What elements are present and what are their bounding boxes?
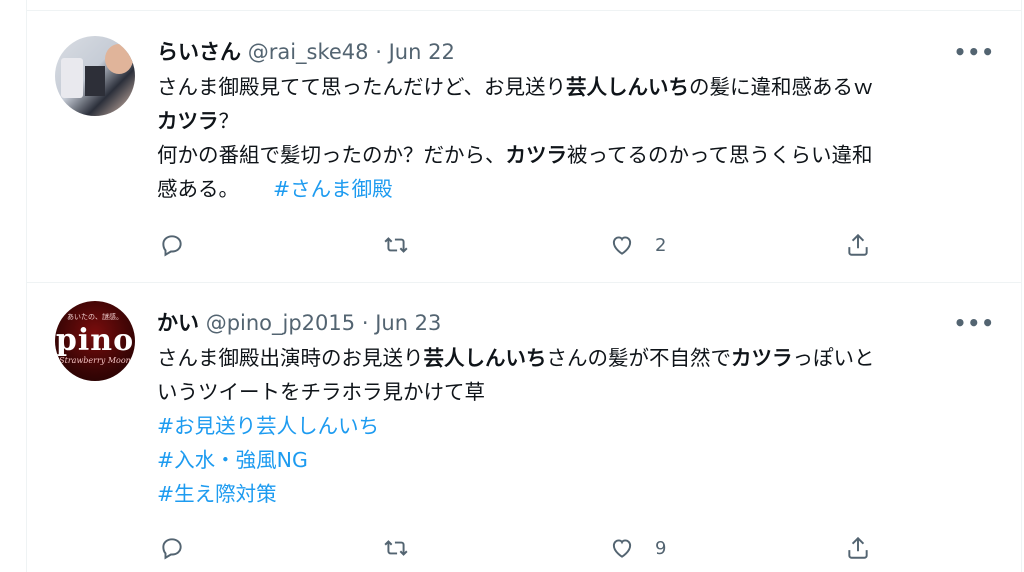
tweet[interactable]: あいたの、謎感。 pino Strawberry Moon かい @pino_j… [27,283,1021,572]
text-span: ？ [218,109,240,133]
tweet-header: かい @pino_jp2015 · Jun 23 [157,307,441,337]
action-bar: 2 [157,230,1021,260]
separator: · [361,311,369,335]
retweet-button[interactable] [383,533,429,563]
tweet-text: さんま御殿見てて思ったんだけど、お見送り芸人しんいちの髪に違和感あるｗ カツラ？… [157,70,997,206]
like-button[interactable]: 2 [609,230,666,260]
hashtag-link[interactable]: #入水・強風NG [157,448,308,472]
hashtag-link[interactable]: #お見送り芸人しんいち [157,414,379,438]
avatar[interactable] [55,36,135,116]
reply-button[interactable] [159,533,205,563]
like-count: 9 [655,537,667,559]
tweet-text: さんま御殿出演時のお見送り芸人しんいちさんの髪が不自然でカツラっぽいと いうツイ… [157,341,997,511]
avatar-text: pino [55,323,135,358]
display-name[interactable]: らいさん [157,40,241,64]
separator: · [375,40,382,64]
display-name[interactable]: かい [157,311,199,335]
retweet-button[interactable] [383,230,429,260]
share-icon [848,536,868,559]
avatar-photo-detail [61,58,83,98]
page-margin [0,0,26,572]
like-button[interactable]: 9 [609,533,666,563]
like-count: 2 [655,234,667,256]
avatar[interactable]: あいたの、謎感。 pino Strawberry Moon [55,301,135,381]
text-span: さんの髪が不自然で [546,346,732,370]
timeline: らいさん @rai_ske48 · Jun 22 ••• さんま御殿見てて思った… [26,0,1022,572]
hashtag-link[interactable]: #さんま御殿 [273,177,393,201]
text-span: 被ってるのかって思うくらい違和 [567,143,873,167]
text-span: 何かの番組で髪切ったのか？だから、 [157,143,506,167]
handle[interactable]: @pino_jp2015 [206,311,355,335]
timestamp[interactable]: Jun 22 [389,40,455,64]
reply-icon [162,235,182,257]
avatar-photo-detail [105,44,133,74]
text-span: さんま御殿見てて思ったんだけど、お見送り [157,75,566,99]
text-span: いうツイートをチラホラ見かけて草 [157,380,485,404]
more-icon[interactable]: ••• [954,311,995,335]
heart-icon [612,236,632,255]
text-bold: カツラ [505,143,568,167]
retweet-icon [384,237,408,253]
text-span: の髪に違和感あるｗ [688,75,874,99]
timestamp[interactable]: Jun 23 [375,311,441,335]
tweet-header: らいさん @rai_ske48 · Jun 22 [157,36,455,66]
text-bold: カツラ [157,109,219,133]
action-bar: 9 [157,533,1021,563]
more-icon[interactable]: ••• [954,40,995,64]
retweet-icon [384,540,408,556]
text-bold: 芸人しんいち [565,75,689,99]
hashtag-link[interactable]: #生え際対策 [157,482,277,506]
avatar-text: あいたの、謎感。 [67,313,123,321]
reply-icon [162,538,182,560]
text-span: っぽいと [792,346,875,370]
heart-icon [612,539,632,558]
share-button[interactable] [845,230,871,260]
text-bold: 芸人しんいち [423,346,547,370]
text-bold: カツラ [731,346,793,370]
avatar-text: Strawberry Moon [59,356,131,365]
handle[interactable]: @rai_ske48 [248,40,369,64]
share-icon [848,233,868,256]
reply-button[interactable] [159,230,205,260]
avatar-photo-detail [85,66,105,96]
tweet[interactable]: らいさん @rai_ske48 · Jun 22 ••• さんま御殿見てて思った… [27,10,1021,282]
text-span: 感ある。 [157,177,239,201]
text-span: さんま御殿出演時のお見送り [157,346,424,370]
share-button[interactable] [845,533,871,563]
